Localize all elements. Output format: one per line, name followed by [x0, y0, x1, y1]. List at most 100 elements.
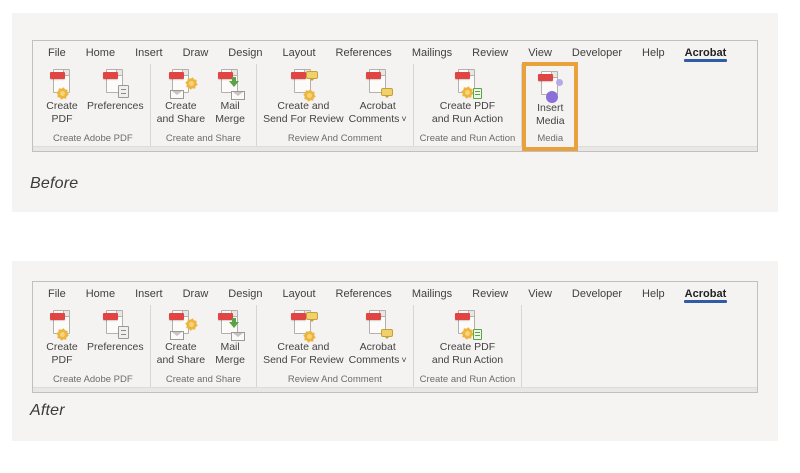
button-create-pdf-and-run-action[interactable]: Create PDFand Run Action — [430, 67, 505, 127]
button-label-line: Media — [536, 115, 565, 128]
button-acrobat-comments[interactable]: AcrobatComments˅ — [347, 67, 409, 127]
button-label-line: Acrobat — [360, 341, 396, 354]
doc-preferences-icon — [102, 68, 128, 99]
doc-send-review-icon — [290, 309, 316, 340]
button-label-line: Create — [46, 100, 78, 113]
ribbon-group-create-and-share: Createand ShareMailMergeCreate and Share — [151, 64, 257, 147]
group-label-review-and-comment: Review And Comment — [261, 133, 409, 147]
dropdown-caret-icon: ˅ — [401, 355, 406, 365]
tab-draw[interactable]: Draw — [173, 47, 219, 59]
ribbon-bottom-strip — [33, 146, 757, 151]
doc-share-icon — [168, 68, 194, 99]
button-label-line: Comments˅ — [349, 354, 407, 367]
ribbon-group-create-adobe-pdf: CreatePDFPreferencesCreate Adobe PDF — [36, 305, 151, 388]
tab-insert[interactable]: Insert — [125, 288, 173, 300]
tab-draw[interactable]: Draw — [173, 288, 219, 300]
ribbon-group-media: InsertMediaMedia — [522, 62, 578, 151]
doc-create-pdf-icon — [49, 68, 75, 99]
button-label-line: Create — [46, 341, 78, 354]
tab-acrobat[interactable]: Acrobat — [675, 288, 737, 300]
button-preferences[interactable]: Preferences — [85, 67, 146, 114]
button-label-line: Acrobat — [360, 100, 396, 113]
button-mail-merge[interactable]: MailMerge — [208, 67, 252, 127]
group-label-create-and-share: Create and Share — [155, 133, 252, 147]
doc-send-review-icon — [290, 68, 316, 99]
button-label-line: Send For Review — [263, 113, 344, 126]
tab-mailings[interactable]: Mailings — [402, 47, 462, 59]
group-label-create-adobe-pdf: Create Adobe PDF — [40, 374, 146, 388]
tab-insert[interactable]: Insert — [125, 47, 173, 59]
button-create-pdf[interactable]: CreatePDF — [40, 67, 84, 127]
tab-review[interactable]: Review — [462, 288, 518, 300]
button-create-and-share[interactable]: Createand Share — [155, 67, 207, 127]
button-label-line: Insert — [537, 102, 563, 115]
tab-file[interactable]: File — [38, 47, 76, 59]
after-label: After — [30, 402, 65, 420]
ribbon-groups: CreatePDFPreferencesCreate Adobe PDFCrea… — [33, 305, 757, 388]
doc-comments-icon — [365, 68, 391, 99]
group-label-create-and-run-action: Create and Run Action — [418, 133, 518, 147]
doc-create-pdf-icon — [49, 309, 75, 340]
doc-insert-media-icon — [537, 70, 563, 101]
tab-help[interactable]: Help — [632, 288, 675, 300]
ribbon-group-review-and-comment: Create andSend For ReviewAcrobatComments… — [257, 305, 414, 388]
doc-run-action-icon — [454, 68, 480, 99]
button-label-line: Send For Review — [263, 354, 344, 367]
button-label-line: PDF — [52, 113, 73, 126]
tab-mailings[interactable]: Mailings — [402, 288, 462, 300]
button-create-pdf[interactable]: CreatePDF — [40, 308, 84, 368]
ribbon-after: FileHomeInsertDrawDesignLayoutReferences… — [32, 281, 758, 393]
button-label-line: Create and — [277, 341, 329, 354]
ribbon-group-create-and-run-action: Create PDFand Run Action Create and Run A… — [414, 305, 523, 388]
tab-references[interactable]: References — [326, 288, 402, 300]
button-create-and-send-for-review[interactable]: Create andSend For Review — [261, 67, 346, 127]
tab-home[interactable]: Home — [76, 47, 125, 59]
ribbon-empty-space — [522, 305, 757, 388]
button-label-line: Mail — [220, 100, 239, 113]
ribbon-bottom-strip — [33, 387, 757, 392]
button-label-line: Create PDF — [440, 100, 495, 113]
tab-references[interactable]: References — [326, 47, 402, 59]
button-create-and-send-for-review[interactable]: Create andSend For Review — [261, 308, 346, 368]
dropdown-caret-icon: ˅ — [401, 114, 406, 124]
tab-review[interactable]: Review — [462, 47, 518, 59]
tab-home[interactable]: Home — [76, 288, 125, 300]
button-label-line: Preferences — [87, 341, 144, 354]
button-label-line: and Share — [157, 113, 205, 126]
group-label-create-and-share: Create and Share — [155, 374, 252, 388]
button-label-line: PDF — [52, 354, 73, 367]
button-label-line: Create PDF — [440, 341, 495, 354]
button-create-pdf-and-run-action[interactable]: Create PDFand Run Action — [430, 308, 505, 368]
button-label-line: Create and — [277, 100, 329, 113]
tab-acrobat[interactable]: Acrobat — [675, 47, 737, 59]
ribbon-tab-bar: FileHomeInsertDrawDesignLayoutReferences… — [33, 282, 757, 305]
group-label-create-and-run-action: Create and Run Action — [418, 374, 518, 388]
button-insert-media[interactable]: InsertMedia — [528, 69, 572, 129]
button-create-and-share[interactable]: Createand Share — [155, 308, 207, 368]
tab-layout[interactable]: Layout — [273, 47, 326, 59]
tab-design[interactable]: Design — [218, 47, 272, 59]
tab-layout[interactable]: Layout — [273, 288, 326, 300]
tab-design[interactable]: Design — [218, 288, 272, 300]
button-acrobat-comments[interactable]: AcrobatComments˅ — [347, 308, 409, 368]
tab-view[interactable]: View — [518, 288, 562, 300]
tab-view[interactable]: View — [518, 47, 562, 59]
tab-developer[interactable]: Developer — [562, 47, 632, 59]
tab-help[interactable]: Help — [632, 47, 675, 59]
button-label-line: and Share — [157, 354, 205, 367]
ribbon-group-create-and-run-action: Create PDFand Run Action Create and Run A… — [414, 64, 523, 147]
word-acrobat-ribbon-comparison: { "sections": { "before": { "label": "Be… — [0, 0, 800, 473]
doc-mail-merge-icon — [217, 68, 243, 99]
button-label-line: Merge — [215, 113, 245, 126]
ribbon-group-create-and-share: Createand ShareMailMerge Create and Share — [151, 305, 257, 388]
button-label-line: and Run Action — [432, 354, 503, 367]
button-mail-merge[interactable]: MailMerge — [208, 308, 252, 368]
ribbon-group-review-and-comment: Create andSend For ReviewAcrobatComments… — [257, 64, 414, 147]
group-label-review-and-comment: Review And Comment — [261, 374, 409, 388]
ribbon-tab-bar: FileHomeInsertDrawDesignLayoutReferences… — [33, 41, 757, 64]
ribbon-before: FileHomeInsertDrawDesignLayoutReferences… — [32, 40, 758, 152]
tab-file[interactable]: File — [38, 288, 76, 300]
button-preferences[interactable]: Preferences — [85, 308, 146, 355]
group-label-create-adobe-pdf: Create Adobe PDF — [40, 133, 146, 147]
tab-developer[interactable]: Developer — [562, 288, 632, 300]
